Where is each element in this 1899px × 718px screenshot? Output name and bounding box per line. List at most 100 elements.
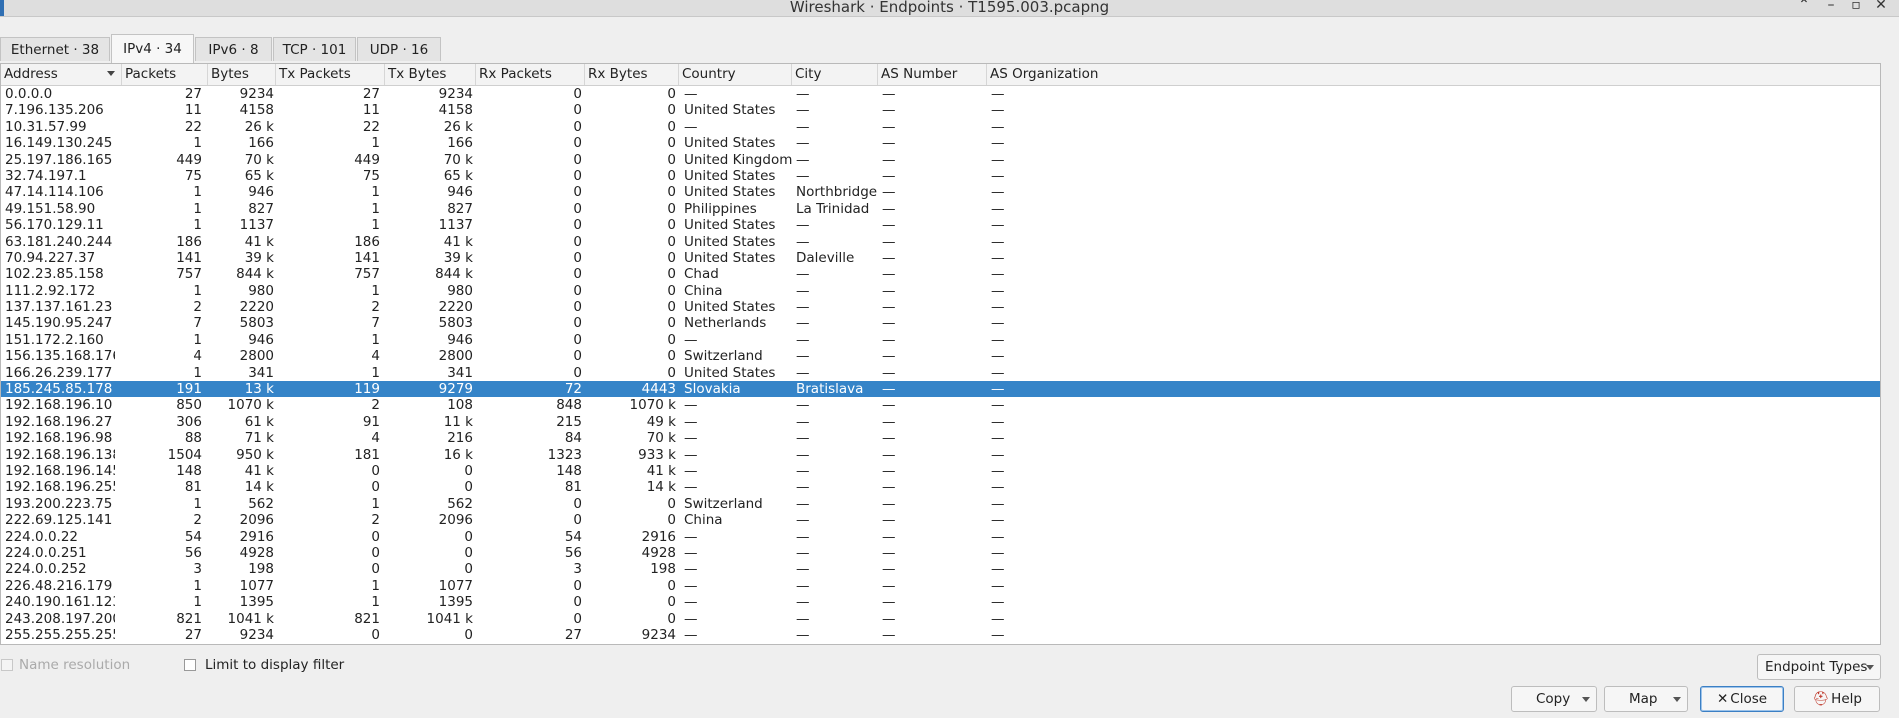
cell-as-organization: — xyxy=(991,331,1005,348)
close-button[interactable]: ✕ Close xyxy=(1700,686,1784,712)
table-row[interactable]: 192.168.196.98 88 71 k 4 216 84 70 k — — — — xyxy=(1,430,1880,446)
cell-as-organization: — xyxy=(991,249,1005,266)
table-row[interactable]: 10.31.57.99 22 26 k 22 26 k 0 0 — — — — xyxy=(1,119,1880,135)
column-header-rx-packets[interactable]: Rx Packets xyxy=(476,64,585,85)
cell-country: — xyxy=(684,118,698,135)
table-row[interactable]: 7.196.135.206 11 4158 11 4158 0 0 United States… xyxy=(1,102,1880,118)
table-row[interactable]: 193.200.223.75 1 562 1 562 0 0 Switzerland — — — xyxy=(1,496,1880,512)
table-row[interactable]: 243.208.197.200 821 1041 k 821 1041 k 0 0 — — — — xyxy=(1,611,1880,627)
cell-tx-packets: 7 xyxy=(371,315,380,332)
column-header-packets[interactable]: Packets xyxy=(122,64,208,85)
cell-rx-packets: 56 xyxy=(564,544,582,561)
table-row[interactable]: 226.48.216.179 1 1077 1 1077 0 0 — — — — xyxy=(1,578,1880,594)
column-header-address[interactable]: Address xyxy=(1,64,122,85)
column-header-rx-bytes[interactable]: Rx Bytes xyxy=(585,64,679,85)
close-icon[interactable]: ✕ xyxy=(1872,0,1890,13)
table-row[interactable]: 240.190.161.123 1 1395 1 1395 0 0 — — — — xyxy=(1,594,1880,610)
map-button[interactable]: Map xyxy=(1604,686,1688,712)
cell-address: 145.190.95.247 xyxy=(5,315,113,332)
tab-udp[interactable]: UDP · 16 xyxy=(357,37,441,61)
cell-country: — xyxy=(684,561,698,578)
cell-rx-bytes: 0 xyxy=(667,233,676,250)
cell-as-number: — xyxy=(882,217,896,234)
column-header-bytes[interactable]: Bytes xyxy=(208,64,276,85)
table-row[interactable]: 192.168.196.27 306 61 k 91 11 k 215 49 k — — — — xyxy=(1,414,1880,430)
column-header-tx-packets[interactable]: Tx Packets xyxy=(276,64,385,85)
column-header-tx-bytes[interactable]: Tx Bytes xyxy=(385,64,476,85)
cell-country: United Kingdom xyxy=(684,151,793,168)
cell-tx-packets: 1 xyxy=(371,135,380,152)
cell-as-organization: — xyxy=(991,397,1005,414)
cell-tx-packets: 181 xyxy=(354,446,380,463)
cell-as-number: — xyxy=(882,135,896,152)
cell-as-number: — xyxy=(882,462,896,479)
cell-address: 185.245.85.178 xyxy=(5,381,113,398)
table-row[interactable]: 145.190.95.247 7 5803 7 5803 0 0 Netherlands — — — xyxy=(1,315,1880,331)
table-row[interactable]: 192.168.196.138 1504 950 k 181 16 k 1323 933 k… xyxy=(1,447,1880,463)
table-row[interactable]: 32.74.197.1 75 65 k 75 65 k 0 0 United States — —… xyxy=(1,168,1880,184)
column-header-as-organization[interactable]: AS Organization xyxy=(987,64,1880,85)
cell-rx-bytes: 14 k xyxy=(646,479,676,496)
table-row[interactable]: 166.26.239.177 1 341 1 341 0 0 United States — — — xyxy=(1,365,1880,381)
cell-packets: 1504 xyxy=(167,446,202,463)
table-row[interactable]: 192.168.196.10 850 1070 k 2 108 848 1070 k — — — — xyxy=(1,397,1880,413)
cell-tx-packets: 186 xyxy=(354,233,380,250)
table-row[interactable]: 156.135.168.176 4 2800 4 2800 0 0 Switzerland — —… xyxy=(1,348,1880,364)
cell-as-number: — xyxy=(882,381,896,398)
cell-as-number: — xyxy=(882,331,896,348)
table-row[interactable]: 111.2.92.172 1 980 1 980 0 0 China — — — xyxy=(1,283,1880,299)
cell-country: — xyxy=(684,479,698,496)
table-row[interactable]: 224.0.0.251 56 4928 0 0 56 4928 — — — — xyxy=(1,545,1880,561)
limit-to-display-filter-checkbox[interactable] xyxy=(184,659,196,671)
cell-rx-bytes: 1070 k xyxy=(629,397,676,414)
table-row[interactable]: 47.14.114.106 1 946 1 946 0 0 United States Nort… xyxy=(1,184,1880,200)
column-header-city[interactable]: City xyxy=(792,64,878,85)
endpoint-types-dropdown[interactable]: Endpoint Types xyxy=(1757,654,1881,680)
table-row[interactable]: 222.69.125.141 2 2096 2 2096 0 0 China — — — xyxy=(1,512,1880,528)
table-row[interactable]: 192.168.196.145 148 41 k 0 0 148 41 k — — — — xyxy=(1,463,1880,479)
table-row[interactable]: 151.172.2.160 1 946 1 946 0 0 — — — — xyxy=(1,332,1880,348)
tab-ethernet[interactable]: Ethernet · 38 xyxy=(0,37,110,61)
table-row[interactable]: 102.23.85.158 757 844 k 757 844 k 0 0 Chad — — — xyxy=(1,266,1880,282)
cell-tx-bytes: 1041 k xyxy=(426,610,473,627)
minimize-icon[interactable]: – xyxy=(1822,0,1840,13)
table-row[interactable]: 224.0.0.22 54 2916 0 0 54 2916 — — — — xyxy=(1,529,1880,545)
table-row[interactable]: 56.170.129.11 1 1137 1 1137 0 0 United States — —… xyxy=(1,217,1880,233)
help-button[interactable]: ⛑ Help xyxy=(1794,686,1880,712)
table-row[interactable]: 224.0.0.252 3 198 0 0 3 198 — — — — xyxy=(1,561,1880,577)
table-row[interactable]: 192.168.196.255 81 14 k 0 0 81 14 k — — — — xyxy=(1,479,1880,495)
cell-tx-bytes: 1137 xyxy=(438,217,473,234)
cell-as-organization: — xyxy=(991,167,1005,184)
maximize-icon[interactable]: ▫ xyxy=(1847,0,1865,13)
tab-tcp[interactable]: TCP · 101 xyxy=(273,37,356,61)
cell-address: 192.168.196.145 xyxy=(5,462,115,479)
cell-as-number: — xyxy=(882,610,896,627)
cell-tx-bytes: 216 xyxy=(447,430,473,447)
cell-as-organization: — xyxy=(991,348,1005,365)
table-row[interactable]: 63.181.240.244 186 41 k 186 41 k 0 0 United Sta… xyxy=(1,234,1880,250)
tab-ipv4[interactable]: IPv4 · 34 xyxy=(111,34,194,63)
table-row[interactable]: 25.197.186.165 449 70 k 449 70 k 0 0 United Kin… xyxy=(1,152,1880,168)
table-row[interactable]: 255.255.255.255 27 9234 0 0 27 9234 — — — — xyxy=(1,627,1880,643)
cell-packets: 81 xyxy=(184,479,202,496)
table-row[interactable]: 137.137.161.23 2 2220 2 2220 0 0 United States —… xyxy=(1,299,1880,315)
tab-ipv6[interactable]: IPv6 · 8 xyxy=(195,37,272,61)
name-resolution-checkbox[interactable] xyxy=(1,659,13,671)
cell-bytes: 13 k xyxy=(244,381,274,398)
cell-rx-bytes: 0 xyxy=(667,577,676,594)
cell-as-organization: — xyxy=(991,479,1005,496)
column-header-country[interactable]: Country xyxy=(679,64,792,85)
cell-rx-packets: 0 xyxy=(573,118,582,135)
column-header-as-number[interactable]: AS Number xyxy=(878,64,987,85)
table-row[interactable]: 185.245.85.178 191 13 k 119 9279 72 4443 Slovak… xyxy=(1,381,1880,398)
table-row[interactable]: 0.0.0.0 27 9234 27 9234 0 0 — — — — xyxy=(1,86,1880,102)
cell-address: 156.135.168.176 xyxy=(5,348,115,365)
chevron-up-icon[interactable]: ⌃ xyxy=(1795,0,1813,13)
table-row[interactable]: 16.149.130.245 1 166 1 166 0 0 United States — — — xyxy=(1,135,1880,151)
table-row[interactable]: 49.151.58.90 1 827 1 827 0 0 Philippines La Trin… xyxy=(1,201,1880,217)
cell-as-number: — xyxy=(882,167,896,184)
cell-bytes: 61 k xyxy=(244,413,274,430)
cell-country: — xyxy=(684,86,698,102)
table-row[interactable]: 70.94.227.37 141 39 k 141 39 k 0 0 United State… xyxy=(1,250,1880,266)
copy-button[interactable]: Copy xyxy=(1511,686,1597,712)
